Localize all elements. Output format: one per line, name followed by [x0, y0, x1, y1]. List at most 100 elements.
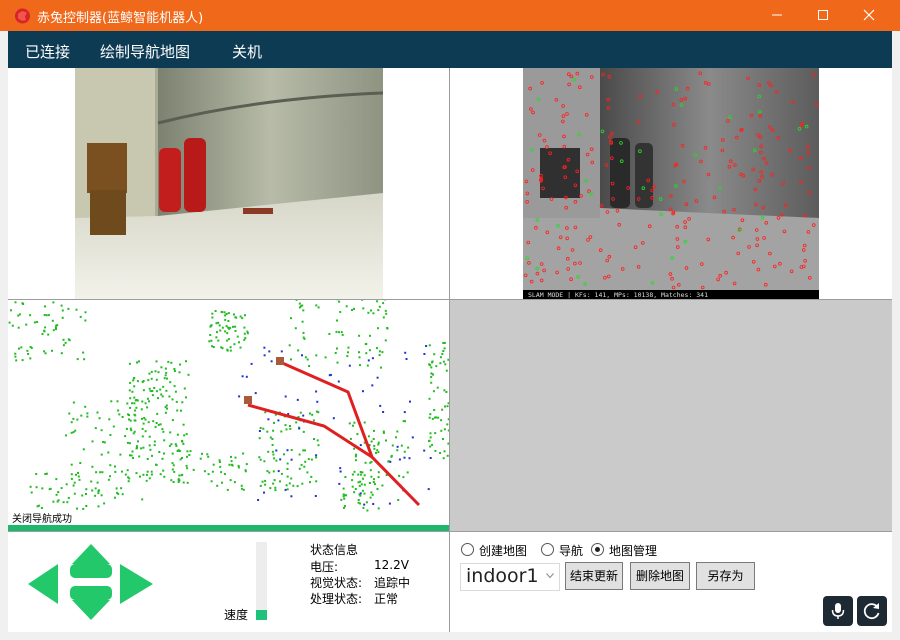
map-point — [380, 366, 382, 369]
app-logo-icon — [15, 8, 30, 24]
map-point — [274, 489, 277, 492]
map-point — [364, 343, 367, 346]
map-point — [286, 468, 289, 470]
map-point — [47, 314, 50, 317]
radio-map-management-circle[interactable] — [591, 543, 604, 556]
map-point — [397, 499, 400, 501]
map-point — [159, 423, 162, 426]
radio-create-map-circle[interactable] — [461, 543, 474, 556]
menu-connected[interactable]: 已连接 — [25, 41, 70, 62]
control-panel: 速度 状态信息 电压: 12.2V 视觉状态: 追踪中 处理状态: 正常 — [8, 532, 449, 632]
map-point — [244, 314, 246, 317]
slam-feature-image: SLAM MODE | KFs: 141, MPs: 10138, Matche… — [523, 68, 819, 299]
map-manager-panel: 创建地图 导航 地图管理 indoor1 结束更新 删除地图 另存为 — [450, 532, 892, 632]
map-point — [61, 316, 64, 319]
map-point — [221, 311, 224, 314]
map-point — [343, 506, 345, 509]
menu-shutdown[interactable]: 关机 — [232, 41, 262, 62]
map-point — [227, 312, 230, 315]
map-point — [165, 371, 168, 374]
map-point — [176, 433, 179, 436]
map-point — [103, 502, 106, 505]
map-point — [135, 406, 138, 409]
map-point — [144, 418, 147, 421]
map-point — [351, 479, 354, 482]
map-point — [292, 484, 295, 487]
minimize-button[interactable] — [754, 0, 800, 31]
map-point — [29, 357, 32, 360]
map-point — [36, 321, 39, 323]
end-update-button[interactable]: 结束更新 — [565, 562, 623, 590]
map-point — [210, 480, 213, 483]
scan-point — [280, 350, 283, 353]
map-point — [41, 333, 44, 335]
map-status-text: 关闭导航成功 — [12, 514, 72, 525]
map-point — [430, 376, 433, 378]
map-point — [100, 453, 103, 456]
map-point — [266, 470, 269, 473]
arrow-left-icon[interactable] — [28, 564, 58, 604]
map-point — [372, 312, 375, 315]
close-button[interactable] — [846, 0, 892, 31]
map-point — [264, 479, 267, 482]
map-point — [114, 470, 117, 473]
map-point — [238, 341, 240, 344]
map-select[interactable]: indoor1 — [460, 563, 560, 591]
map-point — [136, 380, 139, 383]
menu-draw-nav-map[interactable]: 绘制导航地图 — [100, 41, 190, 62]
map-point — [162, 469, 165, 472]
map-point — [84, 319, 87, 322]
map-point — [344, 476, 347, 478]
arrow-down-icon[interactable] — [72, 600, 110, 620]
map-point — [351, 473, 354, 476]
map-point — [164, 367, 167, 370]
microphone-button[interactable] — [823, 596, 853, 626]
map-point — [121, 416, 124, 418]
map-point — [214, 310, 217, 312]
map-point — [154, 425, 157, 428]
map-point — [218, 459, 221, 462]
map-point — [207, 455, 210, 458]
speed-slider-track[interactable] — [256, 542, 267, 620]
map-point — [262, 427, 265, 430]
map-point — [167, 360, 170, 363]
map-point — [258, 456, 261, 459]
radio-navigate-circle[interactable] — [541, 543, 554, 556]
map-point — [307, 458, 310, 461]
map-point — [362, 477, 364, 480]
map-point — [299, 411, 302, 414]
map-point — [242, 452, 245, 455]
map-point — [358, 484, 361, 487]
map-point — [373, 447, 376, 450]
map-point — [146, 397, 149, 400]
map-point — [171, 419, 174, 422]
map-point — [226, 349, 229, 352]
maximize-button[interactable] — [800, 0, 846, 31]
delete-map-button[interactable]: 删除地图 — [630, 562, 690, 590]
navigation-map[interactable] — [8, 300, 449, 525]
map-point — [110, 400, 113, 403]
map-point — [369, 461, 372, 464]
map-point — [43, 350, 46, 353]
map-point — [353, 421, 356, 424]
planned-path-1 — [279, 360, 421, 507]
map-point — [223, 311, 226, 314]
arrow-up-icon[interactable] — [72, 544, 110, 564]
arrow-right-icon[interactable] — [120, 564, 153, 604]
map-point — [171, 462, 174, 465]
map-point — [96, 481, 99, 484]
scan-point — [338, 482, 341, 485]
refresh-button[interactable] — [857, 596, 887, 626]
map-point — [288, 344, 291, 347]
map-point — [131, 390, 134, 393]
scan-point — [275, 449, 278, 452]
camera-feed-image — [75, 68, 384, 299]
map-point — [357, 473, 360, 476]
save-as-button[interactable]: 另存为 — [696, 562, 755, 590]
arrow-down-body[interactable] — [70, 586, 112, 600]
map-point — [302, 331, 305, 334]
map-point — [233, 313, 235, 316]
map-point — [223, 473, 226, 475]
map-point — [372, 481, 375, 483]
arrow-up-body[interactable] — [70, 564, 112, 578]
